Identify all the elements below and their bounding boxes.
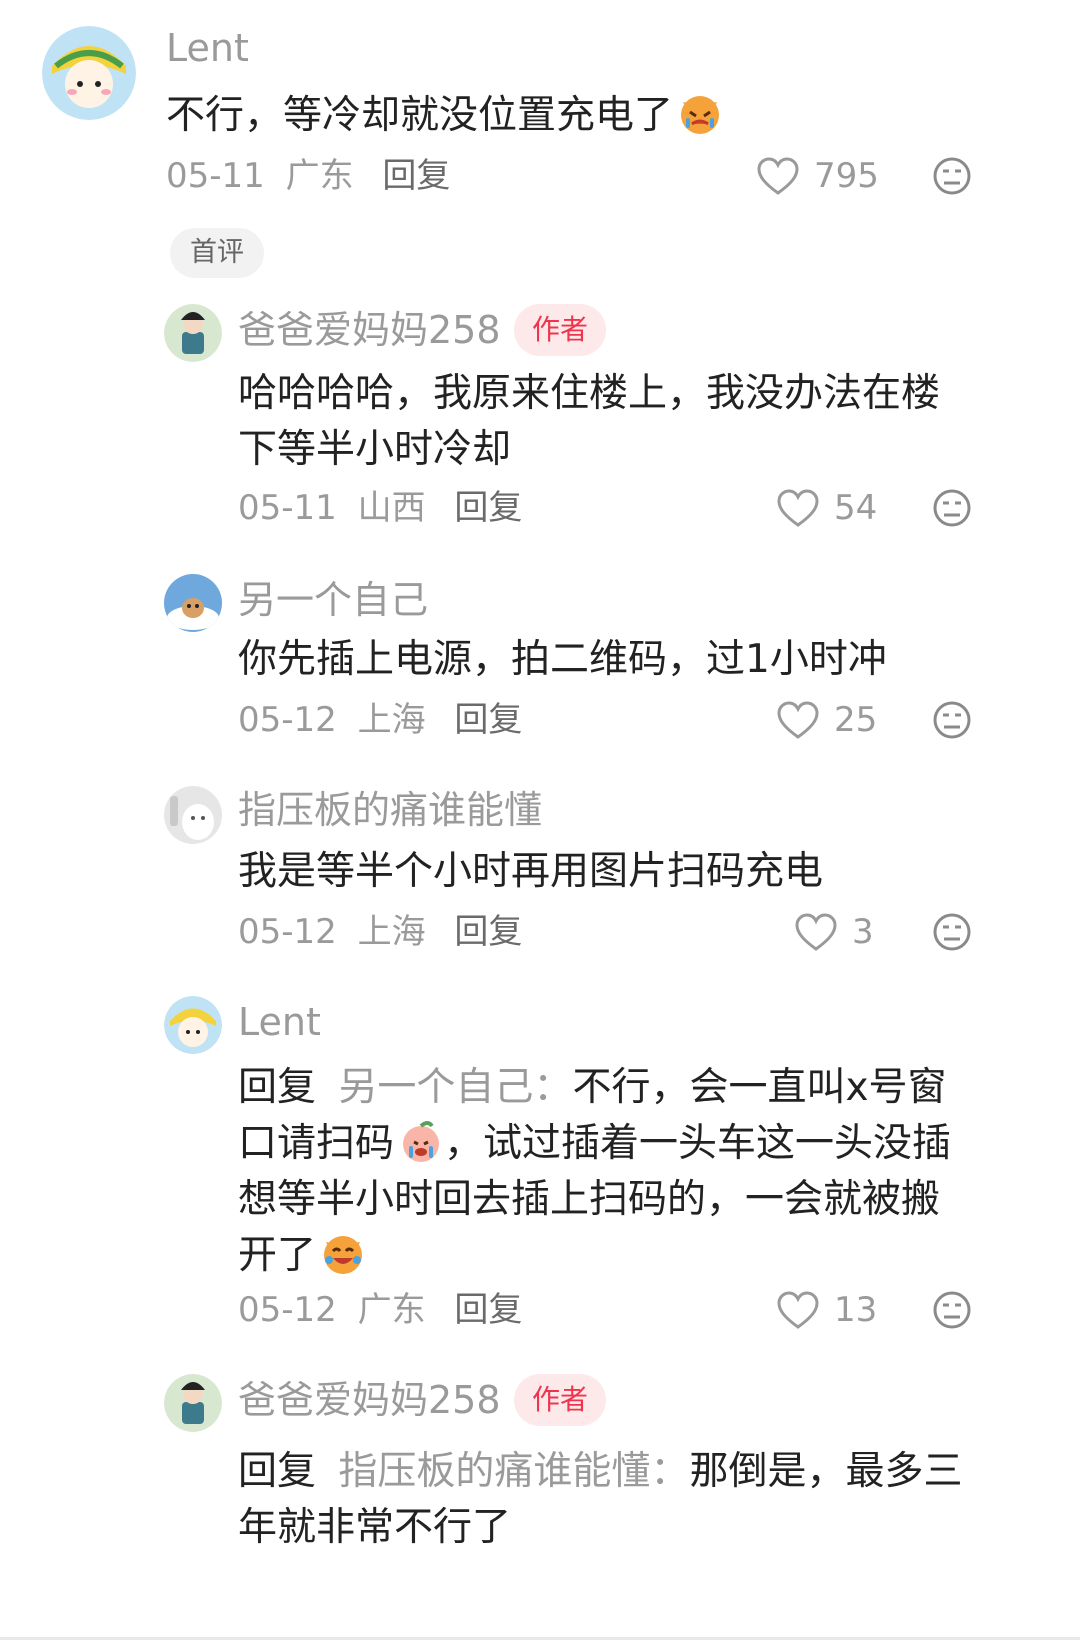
author-tag: 作者 (514, 304, 607, 356)
cat-laughing-tears-emoji-icon (320, 1230, 366, 1276)
comment-text: 不行，等冷却就没位置充电了 (166, 88, 966, 144)
reply-target-link[interactable]: 指压板的痛谁能懂： (338, 1449, 689, 1494)
comment-location: 上海 (357, 700, 426, 740)
comment-location: 山西 (357, 488, 426, 528)
avatar-baba[interactable] (164, 304, 222, 362)
reply-button[interactable]: 回复 (454, 1290, 522, 1330)
comment-text: 我是等半个小时再用图片扫码充电 (238, 849, 824, 894)
like-count: 3 (852, 912, 874, 952)
comment-body: 不行，等冷却就没位置充电了 (166, 93, 674, 138)
heart-icon (777, 1291, 819, 1329)
reply-keyword: 回复 (238, 1449, 317, 1494)
comment-username[interactable]: Lent (238, 998, 321, 1046)
like-count: 13 (834, 1290, 878, 1330)
comment-date: 05-12 (238, 912, 337, 952)
dislike-face-icon[interactable] (932, 488, 972, 528)
comment-username[interactable]: 爸爸爱妈妈258 (238, 1376, 501, 1424)
avatar-zhiyaban[interactable] (164, 786, 222, 844)
comment-meta: 05-12 广东 回复 (238, 1288, 522, 1332)
comment-text: 你先插上电源，拍二维码，过1小时冲 (238, 637, 887, 682)
like-button[interactable]: 25 (776, 698, 877, 742)
reply-button[interactable]: 回复 (454, 488, 522, 528)
like-count: 795 (814, 156, 879, 196)
dislike-face-icon[interactable] (932, 156, 972, 196)
heart-icon (777, 489, 819, 527)
comment-username[interactable]: 另一个自己 (238, 576, 428, 624)
dislike-face-icon[interactable] (932, 700, 972, 740)
reply-button[interactable]: 回复 (454, 700, 522, 740)
comment-username[interactable]: 指压板的痛谁能懂 (238, 786, 542, 834)
reply-keyword: 回复 (238, 1065, 317, 1110)
cat-crying-emoji-icon (677, 90, 723, 136)
like-button[interactable]: 54 (776, 486, 877, 530)
comment-date: 05-12 (238, 1290, 337, 1330)
comment-date: 05-11 (166, 156, 265, 196)
like-count: 54 (834, 488, 878, 528)
avatar-lingyige[interactable] (164, 574, 222, 632)
comment-location: 上海 (357, 912, 426, 952)
comment-username[interactable]: Lent (166, 24, 249, 72)
comment-location: 广东 (285, 156, 354, 196)
comment-username[interactable]: 爸爸爱妈妈258 (238, 306, 501, 354)
crying-peach-emoji-icon (398, 1118, 444, 1164)
dislike-face-icon[interactable] (932, 1290, 972, 1330)
like-button[interactable]: 13 (776, 1288, 877, 1332)
like-button[interactable]: 3 (794, 910, 874, 954)
first-comment-badge: 首评 (170, 228, 264, 278)
heart-icon (795, 913, 837, 951)
heart-icon (757, 157, 799, 195)
comment-date: 05-11 (238, 488, 337, 528)
avatar-lent[interactable] (42, 26, 136, 120)
comment-text: 回复 指压板的痛谁能懂：那倒是，最多三年就非常不行了 (238, 1444, 988, 1556)
dislike-face-icon[interactable] (932, 912, 972, 952)
comment-location: 广东 (357, 1290, 426, 1330)
comment-meta: 05-11 广东 回复 (166, 154, 450, 198)
comment-text: 哈哈哈哈，我原来住楼上，我没办法在楼下等半小时冷却 (238, 371, 941, 472)
heart-icon (777, 701, 819, 739)
reply-button[interactable]: 回复 (382, 156, 450, 196)
avatar-baba[interactable] (164, 1374, 222, 1432)
author-tag: 作者 (514, 1374, 607, 1426)
like-button[interactable]: 795 (756, 154, 879, 198)
comment-meta: 05-12 上海 回复 (238, 698, 522, 742)
like-count: 25 (834, 700, 878, 740)
reply-button[interactable]: 回复 (454, 912, 522, 952)
avatar-lent[interactable] (164, 996, 222, 1054)
comment-date: 05-12 (238, 700, 337, 740)
comment-text: 回复 另一个自己：不行，会一直叫x号窗口请扫码 ，试过插着一头车这一头没插想等半小… (238, 1060, 978, 1284)
comment-meta: 05-11 山西 回复 (238, 486, 522, 530)
comment-meta: 05-12 上海 回复 (238, 910, 522, 954)
reply-target-link[interactable]: 另一个自己： (338, 1065, 572, 1110)
